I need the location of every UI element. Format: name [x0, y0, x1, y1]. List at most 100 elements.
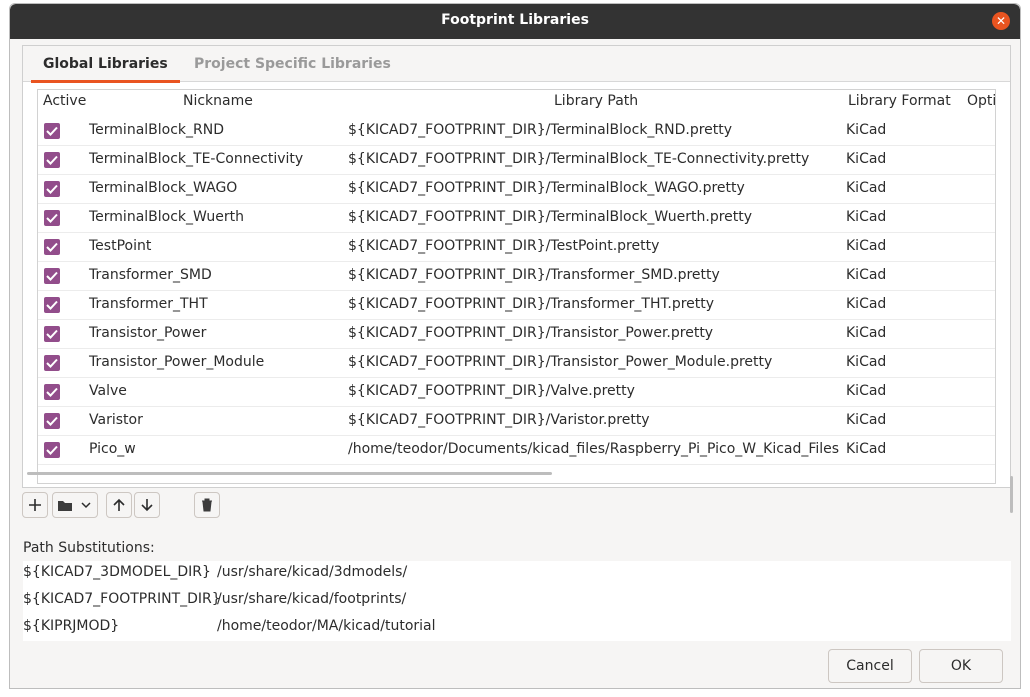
arrow-down-icon: [141, 499, 153, 512]
library-nickname: Transformer_THT: [89, 296, 208, 312]
add-library-button[interactable]: [22, 492, 48, 518]
horizontal-scrollbar[interactable]: [27, 472, 552, 475]
table-row[interactable]: TerminalBlock_Wuerth ${KICAD7_FOOTPRINT_D…: [38, 204, 995, 233]
table-row[interactable]: Transistor_Power ${KICAD7_FOOTPRINT_DIR}/…: [38, 320, 995, 349]
ok-button[interactable]: OK: [919, 649, 1003, 683]
cancel-button[interactable]: Cancel: [828, 649, 912, 683]
substitution-row[interactable]: ${KICAD7_3DMODEL_DIR} /usr/share/kicad/3…: [23, 561, 1011, 588]
active-checkbox[interactable]: [44, 181, 60, 197]
table-row[interactable]: TerminalBlock_TE-Connectivity ${KICAD7_FO…: [38, 146, 995, 175]
substitution-value: /usr/share/kicad/3dmodels/: [217, 564, 408, 580]
active-checkbox[interactable]: [44, 268, 60, 284]
check-icon: [46, 387, 58, 397]
library-nickname: TerminalBlock_WAGO: [89, 180, 238, 196]
active-checkbox[interactable]: [44, 239, 60, 255]
library-path: /home/teodor/Documents/kicad_files/Raspb…: [348, 441, 840, 457]
substitution-value: /usr/share/kicad/footprints/: [217, 591, 407, 607]
library-format: KiCad: [846, 209, 887, 225]
library-path: ${KICAD7_FOOTPRINT_DIR}/TestPoint.pretty: [348, 238, 660, 254]
path-substitutions-table: ${KICAD7_3DMODEL_DIR} /usr/share/kicad/3…: [23, 561, 1011, 641]
vertical-scrollbar[interactable]: [1010, 476, 1013, 513]
substitution-name: ${KICAD7_FOOTPRINT_DIR}: [23, 591, 221, 607]
folder-icon: [58, 501, 91, 511]
move-up-button[interactable]: [106, 492, 132, 518]
library-format: KiCad: [846, 296, 887, 312]
library-nickname: Transistor_Power_Module: [89, 354, 265, 370]
library-path: ${KICAD7_FOOTPRINT_DIR}/TerminalBlock_TE…: [348, 151, 810, 167]
table-row[interactable]: TerminalBlock_WAGO ${KICAD7_FOOTPRINT_DIR…: [38, 175, 995, 204]
check-icon: [46, 242, 58, 252]
library-nickname: Transformer_SMD: [89, 267, 212, 283]
column-header-format[interactable]: Library Format: [848, 93, 951, 109]
active-checkbox[interactable]: [44, 210, 60, 226]
library-path: ${KICAD7_FOOTPRINT_DIR}/Valve.pretty: [348, 383, 635, 399]
active-checkbox[interactable]: [44, 123, 60, 139]
column-header-options[interactable]: Options: [967, 93, 995, 109]
library-nickname: TerminalBlock_Wuerth: [89, 209, 244, 225]
library-path: ${KICAD7_FOOTPRINT_DIR}/Transformer_THT.…: [348, 296, 715, 312]
library-nickname: TerminalBlock_TE-Connectivity: [89, 151, 304, 167]
table-row[interactable]: Pico_w/home/teodor/Documents/kicad_files…: [38, 436, 995, 465]
table-row[interactable]: Transistor_Power_Module ${KICAD7_FOOTPRIN…: [38, 349, 995, 378]
move-down-button[interactable]: [134, 492, 160, 518]
table-header: Active Nickname Library Path Library For…: [38, 90, 995, 117]
column-header-nickname[interactable]: Nickname: [183, 93, 253, 109]
table-row[interactable]: Transformer_SMD ${KICAD7_FOOTPRINT_DIR}/T…: [38, 262, 995, 291]
check-icon: [46, 358, 58, 368]
check-icon: [46, 416, 58, 426]
plus-icon: [29, 499, 41, 511]
library-format: KiCad: [846, 441, 887, 457]
arrow-up-icon: [113, 498, 125, 511]
window-title: Footprint Libraries: [441, 12, 589, 28]
active-checkbox[interactable]: [44, 413, 60, 429]
library-format: KiCad: [846, 412, 887, 428]
check-icon: [46, 300, 58, 310]
library-nickname: Valve: [89, 383, 127, 399]
table-row[interactable]: Transformer_THT ${KICAD7_FOOTPRINT_DIR}/T…: [38, 291, 995, 320]
table-row[interactable]: TerminalBlock_RND ${KICAD7_FOOTPRINT_DIR}…: [38, 117, 995, 146]
check-icon: [46, 184, 58, 194]
library-path: ${KICAD7_FOOTPRINT_DIR}/TerminalBlock_RN…: [348, 122, 733, 138]
library-path: ${KICAD7_FOOTPRINT_DIR}/Varistor.pretty: [348, 412, 650, 428]
tab-project-specific-libraries[interactable]: Project Specific Libraries: [194, 56, 391, 72]
table-row[interactable]: Varistor ${KICAD7_FOOTPRINT_DIR}/Varistor…: [38, 407, 995, 436]
library-format: KiCad: [846, 122, 887, 138]
library-format: KiCad: [846, 354, 887, 370]
tab-global-libraries[interactable]: Global Libraries: [31, 56, 180, 83]
table-row[interactable]: TestPoint ${KICAD7_FOOTPRINT_DIR}/TestPoi…: [38, 233, 995, 262]
library-nickname: Transistor_Power: [89, 325, 207, 341]
library-format: KiCad: [846, 151, 887, 167]
active-checkbox[interactable]: [44, 326, 60, 342]
substitution-row[interactable]: ${KICAD7_FOOTPRINT_DIR} /usr/share/kicad…: [23, 588, 1011, 615]
column-header-active[interactable]: Active: [43, 93, 86, 109]
delete-library-button[interactable]: [194, 492, 220, 518]
active-checkbox[interactable]: [44, 297, 60, 313]
check-icon: [46, 271, 58, 281]
check-icon: [46, 155, 58, 165]
path-substitutions-label: Path Substitutions:: [23, 540, 155, 556]
table-row[interactable]: Valve ${KICAD7_FOOTPRINT_DIR}/Valve.prett…: [38, 378, 995, 407]
active-checkbox[interactable]: [44, 442, 60, 458]
library-nickname: TerminalBlock_RND: [89, 122, 225, 138]
library-table: Active Nickname Library Path Library For…: [37, 89, 996, 484]
active-checkbox[interactable]: [44, 384, 60, 400]
library-path: ${KICAD7_FOOTPRINT_DIR}/Transistor_Power…: [348, 325, 714, 341]
trash-icon: [202, 498, 212, 512]
library-nickname: Pico_w: [89, 441, 136, 457]
column-header-path[interactable]: Library Path: [554, 93, 638, 109]
active-checkbox[interactable]: [44, 355, 60, 371]
check-icon: [46, 329, 58, 339]
library-nickname: Varistor: [89, 412, 143, 428]
title-bar: Footprint Libraries ✕: [10, 4, 1020, 39]
browse-folder-button[interactable]: [52, 492, 98, 518]
dialog-window: Footprint Libraries ✕ Global Libraries P…: [9, 3, 1021, 689]
close-icon[interactable]: ✕: [992, 12, 1010, 30]
check-icon: [46, 126, 58, 136]
tab-bar: Global Libraries Project Specific Librar…: [23, 46, 1010, 83]
library-format: KiCad: [846, 325, 887, 341]
active-checkbox[interactable]: [44, 152, 60, 168]
library-path: ${KICAD7_FOOTPRINT_DIR}/Transistor_Power…: [348, 354, 773, 370]
substitution-row[interactable]: ${KIPRJMOD} /home/teodor/MA/kicad/tutori…: [23, 615, 1011, 642]
substitution-name: ${KIPRJMOD}: [23, 618, 120, 634]
check-icon: [46, 213, 58, 223]
